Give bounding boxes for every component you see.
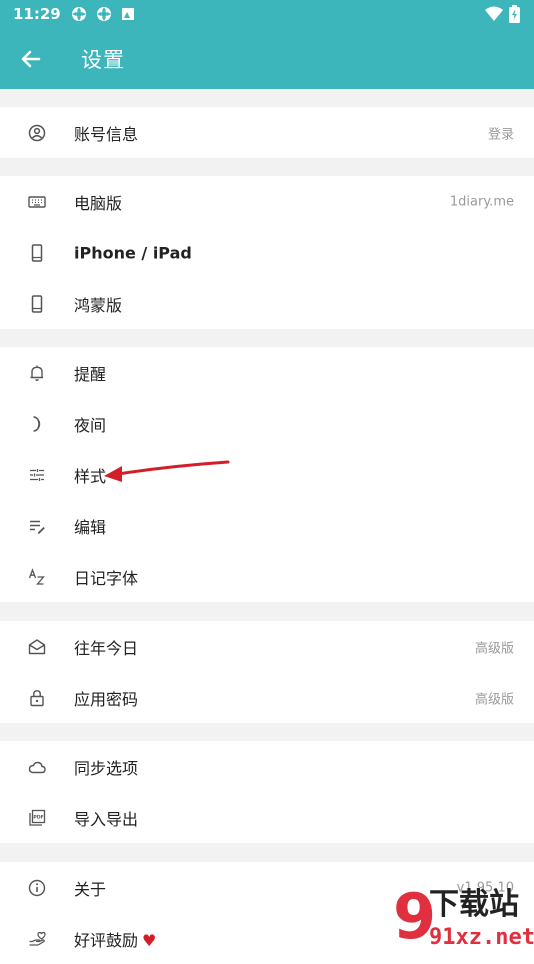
watermark-logo: 9 下载站 91xz.net	[393, 880, 534, 950]
watermark-title: 下载站	[429, 887, 519, 922]
watermark-url: 91xz.net	[429, 925, 534, 950]
annotation-arrow	[104, 460, 230, 482]
